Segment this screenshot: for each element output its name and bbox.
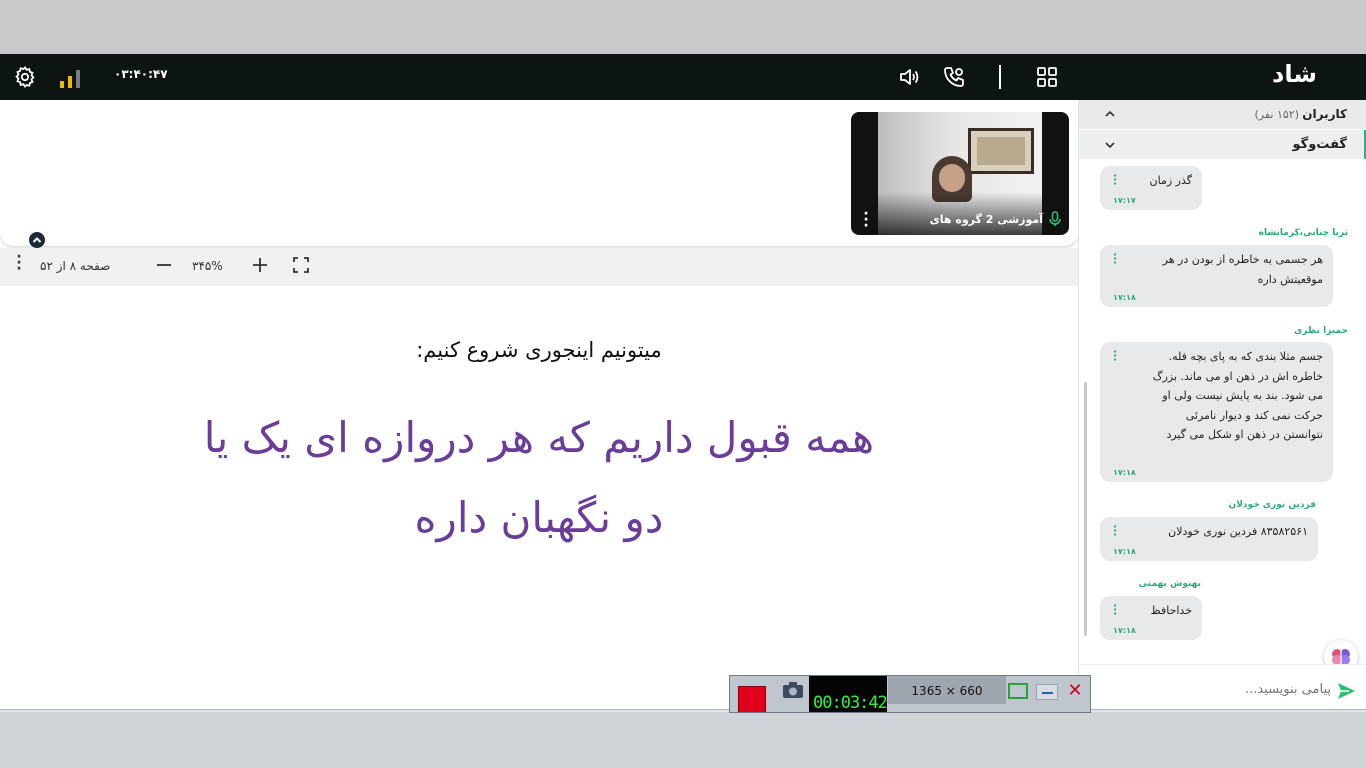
chat-sidebar: کاربران (۱۵۲ نفر) گفت‌وگو گذر زمان ۱۷:۱۷… — [1078, 100, 1366, 712]
screen-recorder-widget: 00:03:42 1365 × 660 ✕ — [729, 675, 1091, 713]
shad-app-window: ۰۳:۴۰:۴۷ شاد آموزشی 2 گروه های · · · · ·… — [0, 54, 1366, 712]
message-text: گذر زمان — [1149, 174, 1192, 187]
chat-scrollbar[interactable] — [1084, 382, 1087, 636]
presentation-menu-kebab-icon[interactable]: · · · — [14, 250, 24, 276]
call-button[interactable] — [941, 65, 967, 89]
zoom-level: ۳۴۵% — [192, 259, 223, 273]
chevron-up-icon — [32, 237, 42, 243]
snapshot-button[interactable] — [782, 681, 804, 699]
speaker-icon — [900, 69, 919, 85]
chat-message: گذر زمان ۱۷:۱۷ · · · — [1100, 166, 1202, 210]
presentation-toolbar: · · · صفحه ۸ از ۵۲ ۳۴۵% — [0, 248, 1078, 286]
fullscreen-icon — [293, 257, 309, 273]
chat-section-header[interactable]: گفت‌وگو — [1079, 130, 1366, 159]
message-time: ۱۷:۱۸ — [1113, 547, 1136, 556]
shad-logo: شاد — [1272, 60, 1318, 88]
message-text: جسم مثلا بندی که به پای بچه فله. خاطره ا… — [1152, 350, 1323, 441]
chat-message: ۸۳۵۸۲۵۶۱ فردین نوری خودلان ۱۷:۱۸ · · · — [1100, 517, 1318, 561]
signal-bars-icon — [58, 65, 84, 89]
wall-picture — [968, 128, 1034, 174]
recording-elapsed-time: 00:03:42 — [809, 676, 888, 712]
message-menu-kebab-icon[interactable]: · · · — [1113, 600, 1117, 619]
chat-label: گفت‌وگو — [1292, 137, 1347, 152]
recording-frame-button[interactable] — [1008, 683, 1028, 699]
layout-grid-button[interactable] — [1034, 65, 1060, 89]
desktop-background-bottom — [0, 712, 1366, 768]
gear-icon — [15, 66, 35, 88]
header-bar: ۰۳:۴۰:۴۷ شاد — [0, 54, 1366, 100]
minus-icon — [157, 264, 171, 266]
tile-menu-kebab-icon[interactable]: · · · — [861, 207, 871, 233]
message-time: ۱۷:۱۸ — [1113, 626, 1136, 635]
chat-message: جسم مثلا بندی که به پای بچه فله. خاطره ا… — [1100, 342, 1333, 482]
message-time: ۱۷:۱۷ — [1113, 196, 1136, 205]
message-menu-kebab-icon[interactable]: · · · — [1113, 249, 1117, 268]
message-time: ۱۷:۱۸ — [1113, 468, 1136, 477]
send-button[interactable] — [1335, 680, 1357, 702]
message-text: ۸۳۵۸۲۵۶۱ فردین نوری خودلان — [1168, 525, 1308, 538]
send-icon — [1338, 683, 1355, 699]
message-author: حمیرا نظری — [1293, 326, 1348, 336]
settings-button[interactable] — [12, 65, 38, 89]
chat-message: هر جسمی یه خاطره از بودن در هر موقعیتش د… — [1100, 245, 1333, 307]
users-count: (۱۵۲ نفر) — [1254, 108, 1299, 121]
fullscreen-button[interactable] — [292, 256, 310, 274]
speaker-button[interactable] — [896, 65, 922, 89]
message-text: خداحافظ — [1150, 604, 1192, 617]
message-time: ۱۷:۱۸ — [1113, 293, 1136, 302]
chevron-down-icon — [1105, 142, 1115, 149]
participant-video-tile[interactable]: آموزشی 2 گروه های · · · — [851, 112, 1069, 235]
chat-input-area — [1079, 664, 1366, 712]
message-author: ثریا چنانی،کرمانشاه — [1258, 228, 1348, 238]
recording-resolution: 1365 × 660 — [888, 676, 1006, 704]
record-stop-button[interactable] — [738, 686, 766, 712]
mic-icon — [1049, 211, 1061, 227]
zoom-in-button[interactable] — [251, 256, 269, 274]
collapse-video-button[interactable] — [29, 232, 45, 248]
slide-main-text: همه قبول داریم که هر دروازه ای یک یا دو … — [203, 413, 875, 542]
camera-icon — [783, 682, 803, 698]
recorder-minimize-button[interactable] — [1036, 684, 1058, 700]
chat-message-input[interactable] — [1115, 677, 1331, 701]
chevron-up-icon — [1105, 110, 1115, 117]
grid-icon — [1037, 67, 1057, 87]
participant-name: آموزشی 2 گروه های — [929, 213, 1043, 226]
zoom-out-button[interactable] — [155, 256, 173, 274]
presentation-slide: میتونیم اینجوری شروع کنیم: همه قبول داری… — [0, 286, 1078, 712]
users-section-header[interactable]: کاربران (۱۵۲ نفر) — [1079, 100, 1366, 129]
chat-message: خداحافظ ۱۷:۱۸ · · · — [1100, 596, 1202, 640]
message-author: فردین نوری خودلان — [1228, 500, 1316, 510]
desktop-background-top — [0, 0, 1366, 54]
message-menu-kebab-icon[interactable]: · · · — [1113, 521, 1117, 540]
users-label: کاربران — [1302, 107, 1347, 121]
message-menu-kebab-icon[interactable]: · · · — [1113, 346, 1117, 365]
message-text: هر جسمی یه خاطره از بودن در هر موقعیتش د… — [1162, 253, 1323, 286]
phone-icon — [944, 67, 964, 87]
plus-icon — [253, 258, 267, 272]
header-divider — [999, 65, 1001, 89]
session-timer: ۰۳:۴۰:۴۷ — [114, 67, 168, 81]
recorder-close-button[interactable]: ✕ — [1064, 681, 1086, 701]
message-author: بهنوش بهمنی — [1138, 579, 1201, 589]
slide-subtitle: میتونیم اینجوری شروع کنیم: — [416, 338, 662, 362]
message-menu-kebab-icon[interactable]: · · · — [1113, 170, 1117, 189]
page-indicator: صفحه ۸ از ۵۲ — [40, 259, 111, 273]
